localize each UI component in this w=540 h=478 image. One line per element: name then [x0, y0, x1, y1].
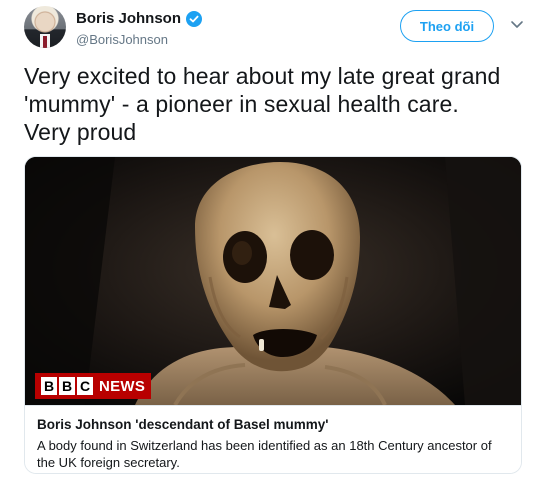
follow-button[interactable]: Theo dõi	[400, 10, 494, 42]
author-handle[interactable]: @BorisJohnson	[76, 32, 168, 47]
bbc-news-logo: B B C NEWS	[35, 373, 152, 399]
verified-badge-icon	[186, 10, 203, 27]
card-image-mummy[interactable]: B B C NEWS	[25, 157, 521, 405]
link-card[interactable]: B B C NEWS Boris Johnson 'descendant of …	[24, 156, 522, 474]
bbc-logo-news-text: NEWS	[99, 377, 146, 395]
card-description: A body found in Switzerland has been ide…	[37, 438, 492, 470]
author-name-row[interactable]: Boris Johnson	[76, 10, 203, 27]
card-title: Boris Johnson 'descendant of Basel mummy…	[37, 417, 329, 432]
chevron-down-icon[interactable]	[510, 20, 524, 30]
avatar[interactable]	[24, 6, 66, 48]
author-display-name[interactable]: Boris Johnson	[76, 10, 181, 27]
bbc-logo-letter: C	[77, 377, 93, 395]
bbc-logo-letter: B	[41, 377, 57, 395]
card-body[interactable]: Boris Johnson 'descendant of Basel mummy…	[25, 405, 521, 473]
tweet-text: Very excited to hear about my late great…	[24, 63, 501, 145]
tweet-header: Boris Johnson @BorisJohnson Theo dõi	[24, 6, 524, 52]
bbc-logo-letter: B	[59, 377, 75, 395]
